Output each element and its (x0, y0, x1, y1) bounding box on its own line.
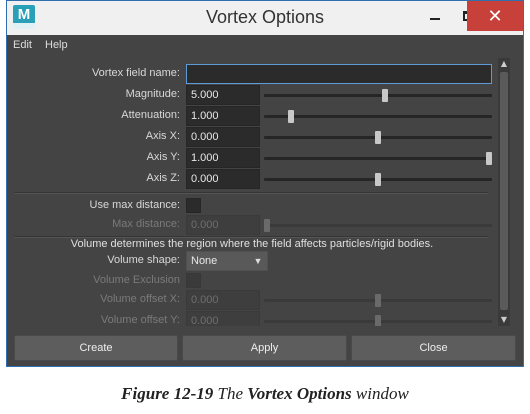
max-distance-input[interactable]: 0.000 (186, 215, 260, 235)
axis-x-slider[interactable] (264, 131, 492, 144)
title-bar[interactable]: M Vortex Options ✕ (7, 1, 523, 35)
menu-edit[interactable]: Edit (13, 39, 32, 51)
scroll-up-icon[interactable]: ▲ (498, 58, 510, 70)
attenuation-input[interactable]: 1.000 (186, 106, 260, 126)
menu-bar: Edit Help (7, 35, 523, 57)
axis-y-row: Axis Y: 1.000 (8, 148, 496, 168)
volume-offset-x-input[interactable]: 0.000 (186, 290, 260, 310)
axis-y-slider[interactable] (264, 152, 492, 165)
use-max-distance-checkbox[interactable] (186, 198, 201, 213)
attenuation-row: Attenuation: 1.000 (8, 106, 496, 126)
volume-offset-y-input[interactable]: 0.000 (186, 311, 260, 326)
max-distance-slider[interactable] (264, 219, 492, 232)
attenuation-slider[interactable] (264, 110, 492, 123)
axis-z-slider-thumb[interactable] (375, 173, 381, 186)
axis-y-slider-thumb[interactable] (486, 152, 492, 165)
use-max-distance-label: Use max distance: (89, 199, 180, 211)
close-button[interactable]: Close (351, 335, 516, 361)
create-button[interactable]: Create (14, 335, 178, 361)
volume-offset-x-label: Volume offset X: (100, 293, 180, 305)
scrollbar-thumb[interactable] (500, 72, 508, 310)
volume-shape-dropdown[interactable]: None ▼ (186, 251, 268, 271)
volume-offset-x-row: Volume offset X: 0.000 (8, 290, 496, 310)
close-icon: ✕ (487, 5, 503, 27)
axis-y-label: Axis Y: (146, 151, 180, 163)
minimize-icon (430, 18, 440, 20)
volume-info-text: Volume determines the region where the f… (70, 238, 434, 250)
chevron-down-icon: ▼ (253, 256, 263, 266)
attenuation-label: Attenuation: (121, 109, 180, 121)
max-distance-slider-thumb[interactable] (264, 219, 270, 232)
volume-exclusion-label: Volume Exclusion (93, 274, 180, 286)
magnitude-slider[interactable] (264, 89, 492, 102)
vortex-field-name-row: Vortex field name: (8, 64, 496, 84)
volume-offset-y-label: Volume offset Y: (100, 314, 180, 326)
caption-figure-number: Figure 12-19 (121, 384, 214, 403)
close-window-button[interactable]: ✕ (467, 1, 523, 31)
vortex-field-name-input[interactable] (186, 64, 492, 84)
volume-exclusion-row: Volume Exclusion (8, 271, 496, 291)
axis-z-row: Axis Z: 0.000 (8, 169, 496, 189)
magnitude-label: Magnitude: (125, 88, 180, 100)
axis-y-input[interactable]: 1.000 (186, 148, 260, 168)
max-distance-row: Max distance: 0.000 (8, 215, 496, 235)
scroll-down-icon[interactable]: ▼ (498, 314, 510, 326)
axis-z-slider[interactable] (264, 173, 492, 186)
vertical-scrollbar[interactable]: ▲ ▼ (498, 58, 510, 326)
axis-x-slider-thumb[interactable] (375, 131, 381, 144)
volume-shape-label: Volume shape: (107, 254, 180, 266)
use-max-distance-row: Use max distance: (8, 196, 496, 216)
axis-x-label: Axis X: (145, 130, 180, 142)
figure-caption: Figure 12-19 The Vortex Options window (0, 384, 530, 404)
caption-suffix: window (355, 384, 409, 403)
caption-bold-name: Vortex Options (247, 384, 352, 403)
volume-offset-y-slider-thumb[interactable] (375, 315, 381, 326)
axis-z-label: Axis Z: (146, 172, 180, 184)
volume-offset-x-slider[interactable] (264, 294, 492, 307)
menu-help[interactable]: Help (45, 39, 68, 51)
volume-offset-x-slider-thumb[interactable] (375, 294, 381, 307)
options-panel: Vortex field name: Magnitude: 5.000 Atte… (8, 58, 496, 326)
vortex-field-name-label: Vortex field name: (91, 67, 180, 79)
apply-button[interactable]: Apply (182, 335, 347, 361)
axis-x-input[interactable]: 0.000 (186, 127, 260, 147)
attenuation-slider-thumb[interactable] (288, 110, 294, 123)
volume-offset-y-row: Volume offset Y: 0.000 (8, 311, 496, 326)
volume-offset-y-slider[interactable] (264, 315, 492, 326)
volume-shape-row: Volume shape: None ▼ (8, 251, 496, 271)
magnitude-slider-thumb[interactable] (382, 89, 388, 102)
magnitude-input[interactable]: 5.000 (186, 85, 260, 105)
caption-prefix: The (217, 384, 244, 403)
max-distance-label: Max distance: (112, 218, 180, 230)
volume-shape-value: None (191, 255, 218, 267)
axis-x-row: Axis X: 0.000 (8, 127, 496, 147)
axis-z-input[interactable]: 0.000 (186, 169, 260, 189)
magnitude-row: Magnitude: 5.000 (8, 85, 496, 105)
volume-exclusion-checkbox[interactable] (186, 273, 201, 288)
section-divider (14, 192, 488, 194)
